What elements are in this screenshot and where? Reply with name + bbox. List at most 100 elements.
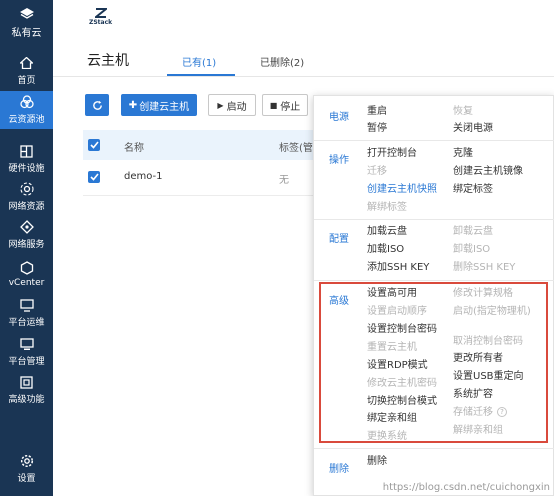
menu-item-switch-console-mode[interactable]: 切换控制台模式 (367, 396, 437, 408)
menu-item-change-spec[interactable]: 修改计算规格 (453, 288, 513, 300)
zstack-logo-mark (94, 8, 107, 18)
menu-item-open-console[interactable]: 打开控制台 (367, 148, 417, 160)
vm-actions-menu: 电源 重启 恢复 暂停 关闭电源 操作 打开控制台 克隆 迁移 创建云主机镜像 … (313, 95, 554, 496)
menu-item-recover[interactable]: 恢复 (453, 106, 473, 118)
sidebar-item-label: 网络服务 (8, 240, 45, 250)
sidebar-item-cloud-pool[interactable]: 云资源池 (0, 91, 53, 129)
menu-item-delete[interactable]: 删除 (367, 456, 387, 468)
menu-item-start-on-host[interactable]: 启动(指定物理机) (453, 306, 539, 318)
section-config-label: 配置 (329, 234, 349, 245)
sidebar-item-label: 云资源池 (8, 115, 45, 125)
refresh-icon (92, 100, 102, 110)
menu-item-set-console-password[interactable]: 设置控制台密码 (367, 324, 437, 336)
section-power-label: 电源 (329, 112, 349, 123)
network-icon (19, 182, 34, 196)
watermark: https://blog.csdn.net/cuichongxin (382, 482, 550, 493)
sidebar-item-label: vCenter (8, 277, 45, 288)
menu-item-storage-migrate[interactable]: 存储迁移? (453, 407, 507, 419)
sidebar-item-advanced[interactable]: 高级功能 (0, 371, 53, 409)
top-bar: ZStack (53, 0, 554, 36)
menu-item-detach-volume[interactable]: 卸载云盘 (453, 226, 493, 238)
sidebar-item-home[interactable]: 首页 (0, 52, 53, 90)
menu-item-reset-vm[interactable]: 重置云主机 (367, 342, 417, 354)
menu-item-change-os[interactable]: 更换系统 (367, 431, 407, 443)
menu-divider (314, 140, 554, 141)
sidebar-brand[interactable]: 私有云 (0, 4, 53, 42)
menu-item-cancel-console-password[interactable]: 取消控制台密码 (453, 336, 523, 348)
stop-label: 停止 (280, 101, 301, 113)
menu-item-boot-order[interactable]: 设置启动顺序 (367, 306, 427, 318)
plus-icon: ✚ (128, 99, 138, 111)
menu-item-poweroff[interactable]: 关闭电源 (453, 123, 493, 135)
sidebar-item-hardware[interactable]: 硬件设施 (0, 140, 53, 178)
select-all-checkbox[interactable] (88, 139, 100, 151)
sidebar-item-label: 网络资源 (8, 202, 45, 212)
sidebar-brand-label: 私有云 (11, 28, 42, 39)
menu-item-bind-tag[interactable]: 绑定标签 (453, 184, 493, 196)
section-ops-label: 操作 (329, 155, 349, 166)
section-advanced-label: 高级 (329, 296, 349, 307)
create-vm-label: 创建云主机 (139, 101, 190, 113)
row-checkbox[interactable] (88, 171, 100, 183)
start-button[interactable]: ▶ 启动 (208, 94, 256, 116)
check-icon (89, 141, 99, 149)
section-delete-label: 删除 (329, 464, 349, 475)
sidebar-item-network-service[interactable]: 网络服务 (0, 216, 53, 254)
vm-name-link[interactable]: demo-1 (124, 171, 163, 182)
advanced-icon (20, 375, 34, 389)
sidebar: 私有云 首页 云资源池 硬件设施 网络资源 网络服务 vCenter 平台运维 … (0, 0, 53, 496)
menu-item-change-vm-password[interactable]: 修改云主机密码 (367, 378, 437, 390)
tab-deleted[interactable]: 已删除(2) (260, 54, 304, 69)
menu-item-pause[interactable]: 暂停 (367, 123, 387, 135)
menu-item-create-image[interactable]: 创建云主机镜像 (453, 166, 523, 178)
menu-item-unbind-affinity-group[interactable]: 解绑亲和组 (453, 425, 503, 437)
menu-divider (314, 219, 554, 220)
menu-item-reboot[interactable]: 重启 (367, 106, 387, 118)
sidebar-item-label: 平台运维 (8, 318, 45, 328)
network-service-icon (19, 220, 34, 234)
home-icon (20, 56, 34, 70)
menu-item-set-ha[interactable]: 设置高可用 (367, 288, 417, 300)
menu-item-unbind-tag[interactable]: 解绑标签 (367, 202, 407, 214)
help-icon[interactable]: ? (497, 407, 507, 417)
menu-item-delete-ssh-key[interactable]: 删除SSH KEY (453, 262, 515, 274)
ops-icon (19, 298, 34, 312)
create-vm-button[interactable]: ✚ 创建云主机 (121, 94, 197, 116)
cloud-pool-icon (19, 95, 34, 109)
layers-icon (19, 7, 34, 21)
refresh-button[interactable] (85, 94, 109, 116)
header-divider (53, 76, 554, 77)
menu-item-create-snapshot[interactable]: 创建云主机快照 (367, 184, 437, 196)
menu-item-detach-iso[interactable]: 卸载ISO (453, 244, 490, 256)
menu-item-attach-iso[interactable]: 加载ISO (367, 244, 404, 256)
menu-item-add-ssh-key[interactable]: 添加SSH KEY (367, 262, 429, 274)
menu-item-clone[interactable]: 克隆 (453, 148, 473, 160)
sidebar-item-label: 设置 (17, 474, 36, 484)
column-header-tag[interactable]: 标签(管 (279, 139, 313, 154)
menu-item-change-owner[interactable]: 更改所有者 (453, 353, 503, 365)
sidebar-item-ops[interactable]: 平台运维 (0, 294, 53, 332)
hardware-icon (20, 144, 34, 158)
platform-icon (19, 337, 34, 351)
page-title: 云主机 (87, 53, 129, 69)
sidebar-item-settings[interactable]: 设置 (0, 450, 53, 488)
menu-item-attach-volume[interactable]: 加载云盘 (367, 226, 407, 238)
tab-existing[interactable]: 已有(1) (182, 54, 216, 69)
stop-button[interactable]: ■ 停止 (262, 94, 308, 116)
sidebar-item-platform[interactable]: 平台管理 (0, 333, 53, 371)
play-icon: ▶ (217, 100, 224, 110)
menu-item-bind-affinity-group[interactable]: 绑定亲和组 (367, 413, 417, 425)
sidebar-item-vcenter[interactable]: vCenter (0, 255, 53, 293)
zstack-logo[interactable]: ZStack (89, 8, 112, 26)
menu-item-migrate[interactable]: 迁移 (367, 166, 387, 178)
stop-icon: ■ (269, 100, 278, 110)
sidebar-item-label: 首页 (17, 76, 36, 86)
menu-item-set-rdp-mode[interactable]: 设置RDP模式 (367, 360, 428, 372)
menu-item-set-usb-redirect[interactable]: 设置USB重定向 (453, 371, 524, 383)
sidebar-item-label: 平台管理 (8, 357, 45, 367)
start-label: 启动 (226, 101, 247, 113)
menu-item-expand-system[interactable]: 系统扩容 (453, 389, 493, 401)
sidebar-item-network-resource[interactable]: 网络资源 (0, 178, 53, 216)
column-header-name[interactable]: 名称 (124, 139, 144, 154)
gear-icon (20, 454, 34, 468)
